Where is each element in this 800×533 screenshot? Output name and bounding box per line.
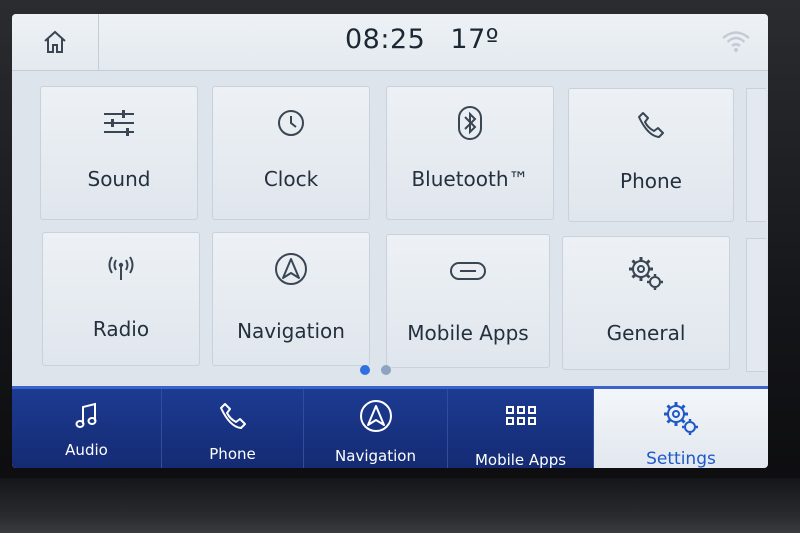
tile-phone[interactable]: Phone bbox=[568, 88, 734, 222]
nav-mobile-apps[interactable]: Mobile Apps bbox=[448, 389, 594, 468]
gears-icon bbox=[594, 401, 768, 435]
tile-label: Radio bbox=[92, 317, 150, 341]
tile-label: Mobile Apps bbox=[407, 321, 529, 345]
nav-label: Settings bbox=[646, 449, 716, 468]
nav-navigation[interactable]: Navigation bbox=[304, 389, 448, 468]
tile-general[interactable]: General bbox=[562, 236, 730, 370]
tile-clock[interactable]: Clock bbox=[212, 86, 370, 220]
tile-label: Navigation bbox=[237, 319, 345, 343]
navigation-arrow-icon bbox=[213, 251, 369, 287]
bluetooth-icon bbox=[387, 105, 553, 141]
tile-radio[interactable]: Radio bbox=[42, 232, 200, 366]
wifi-icon bbox=[720, 28, 752, 58]
nav-label: Phone bbox=[209, 445, 256, 463]
tile-bluetooth[interactable]: Bluetooth™ bbox=[386, 86, 554, 220]
status-header: 08:25 17º bbox=[12, 14, 768, 71]
tile-mobile-apps[interactable]: Mobile Apps bbox=[386, 234, 550, 368]
clock-icon bbox=[213, 105, 369, 141]
music-note-icon bbox=[12, 399, 161, 433]
home-icon bbox=[44, 30, 66, 53]
nav-label: Navigation bbox=[335, 447, 416, 465]
phone-icon bbox=[162, 399, 303, 433]
tile-sound[interactable]: Sound bbox=[40, 86, 198, 220]
infotainment-screen: 08:25 17º Sound Clock Bluetooth™ Phone R… bbox=[12, 14, 768, 468]
home-button[interactable] bbox=[12, 14, 99, 70]
equalizer-sliders-icon bbox=[41, 105, 197, 141]
dashboard-trim bbox=[0, 478, 800, 533]
next-page-tile-edge bbox=[746, 88, 766, 222]
time-display: 08:25 bbox=[345, 24, 426, 55]
nav-phone[interactable]: Phone bbox=[162, 389, 304, 468]
navigation-arrow-icon bbox=[304, 399, 447, 433]
nav-audio[interactable]: Audio bbox=[12, 389, 162, 468]
settings-grid: Sound Clock Bluetooth™ Phone Radio Navig… bbox=[36, 84, 766, 372]
temperature-display: 17º bbox=[450, 24, 499, 55]
app-grid-icon bbox=[448, 399, 593, 433]
phone-icon bbox=[569, 107, 733, 143]
page-dot-active[interactable] bbox=[360, 365, 370, 375]
tile-label: Clock bbox=[263, 167, 319, 191]
bottom-navigation-bar: Audio Phone Navigation Mobile Apps Setti… bbox=[12, 386, 768, 468]
radio-antenna-icon bbox=[43, 251, 199, 287]
nav-settings[interactable]: Settings bbox=[594, 389, 768, 468]
gears-icon bbox=[563, 255, 729, 291]
nav-label: Mobile Apps bbox=[474, 451, 567, 468]
tile-label: Phone bbox=[620, 169, 682, 193]
tile-label: General bbox=[606, 321, 686, 345]
status-readout: 08:25 17º bbox=[312, 24, 532, 55]
tile-navigation[interactable]: Navigation bbox=[212, 232, 370, 366]
next-page-tile-edge bbox=[746, 238, 766, 372]
link-icon bbox=[387, 253, 549, 289]
nav-label: Audio bbox=[65, 441, 108, 459]
tile-label: Bluetooth™ bbox=[411, 167, 529, 191]
page-indicator bbox=[360, 360, 402, 379]
page-dot[interactable] bbox=[381, 365, 391, 375]
tile-label: Sound bbox=[87, 167, 151, 191]
